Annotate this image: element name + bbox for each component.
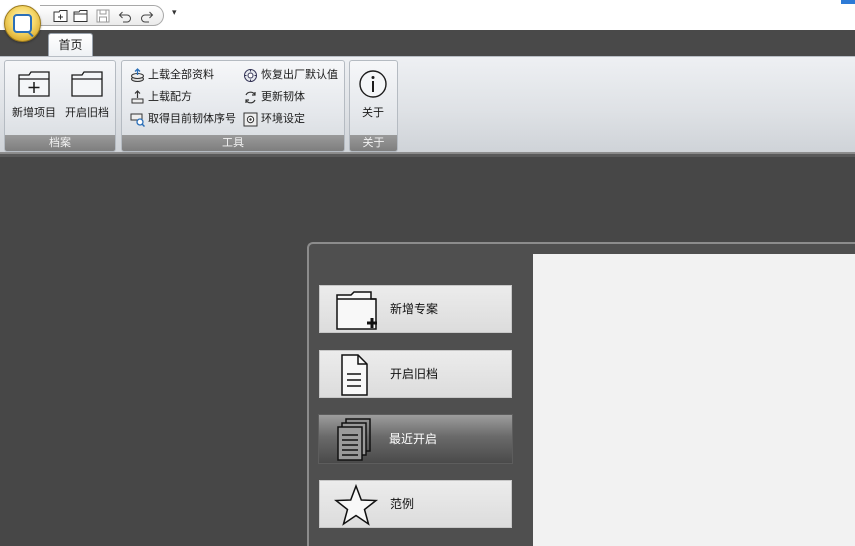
new-project-menu-button[interactable]: 新增专案	[319, 285, 512, 333]
save-icon[interactable]	[94, 8, 112, 24]
new-project-button[interactable]: 新增项目	[8, 65, 60, 125]
star-icon	[333, 483, 382, 526]
preview-pane	[533, 254, 855, 546]
group-label-file: 档案	[5, 135, 115, 151]
app-logo-icon	[13, 14, 32, 33]
upload-recipe-icon	[130, 90, 145, 105]
group-label-tools: 工具	[122, 135, 344, 151]
upload-recipe-button[interactable]: 上载配方	[128, 88, 192, 106]
restore-defaults-button[interactable]: 恢复出厂默认值	[241, 66, 338, 84]
redo-icon[interactable]	[138, 8, 156, 24]
refresh-icon	[243, 90, 258, 105]
open-icon[interactable]	[72, 8, 90, 24]
environment-settings-button[interactable]: 环境设定	[241, 110, 305, 128]
open-file-button[interactable]: 开启旧档	[61, 65, 113, 125]
folder-icon	[70, 69, 104, 99]
workspace-edge	[0, 154, 855, 157]
undo-icon[interactable]	[116, 8, 134, 24]
folder-add-icon	[17, 69, 51, 99]
group-label-about: 关于	[350, 135, 397, 151]
ribbon-group-about: 关于 关于	[349, 60, 398, 152]
document-icon	[334, 354, 382, 396]
settings-icon	[243, 112, 258, 127]
upload-stack-icon	[130, 68, 145, 83]
quick-access-customize-button[interactable]: ▾	[172, 8, 177, 18]
recent-files-menu-button[interactable]: 最近开启	[318, 414, 513, 464]
ribbon-group-file: 新增项目 开启旧档 档案	[4, 60, 116, 152]
application-menu-button[interactable]	[4, 5, 41, 42]
documents-stack-icon	[333, 418, 381, 461]
upload-all-button[interactable]: 上载全部资料	[128, 66, 214, 84]
firmware-search-icon	[130, 112, 146, 128]
window-accent-mark	[841, 0, 855, 4]
tab-home[interactable]: 首页	[48, 33, 93, 57]
examples-menu-button[interactable]: 范例	[319, 480, 512, 528]
about-button[interactable]: 关于	[348, 65, 398, 125]
new-icon[interactable]	[52, 8, 70, 24]
update-firmware-button[interactable]: 更新韧体	[241, 88, 305, 106]
get-firmware-serial-button[interactable]: 取得目前韧体序号	[128, 110, 236, 128]
info-icon	[358, 69, 388, 99]
quick-access-toolbar	[40, 5, 164, 26]
open-file-menu-button[interactable]: 开启旧档	[319, 350, 512, 398]
ribbon-tab-strip: 首页	[0, 30, 855, 57]
restore-gear-icon	[243, 68, 258, 83]
ribbon: 新增项目 开启旧档 档案 上载全部资料 上载配方 取得目前韧体序号 恢复出厂默认…	[0, 56, 855, 153]
ribbon-group-tools: 上载全部资料 上载配方 取得目前韧体序号 恢复出厂默认值 更新韧体 环境设定 工…	[121, 60, 345, 152]
folder-plus-icon	[334, 289, 382, 331]
